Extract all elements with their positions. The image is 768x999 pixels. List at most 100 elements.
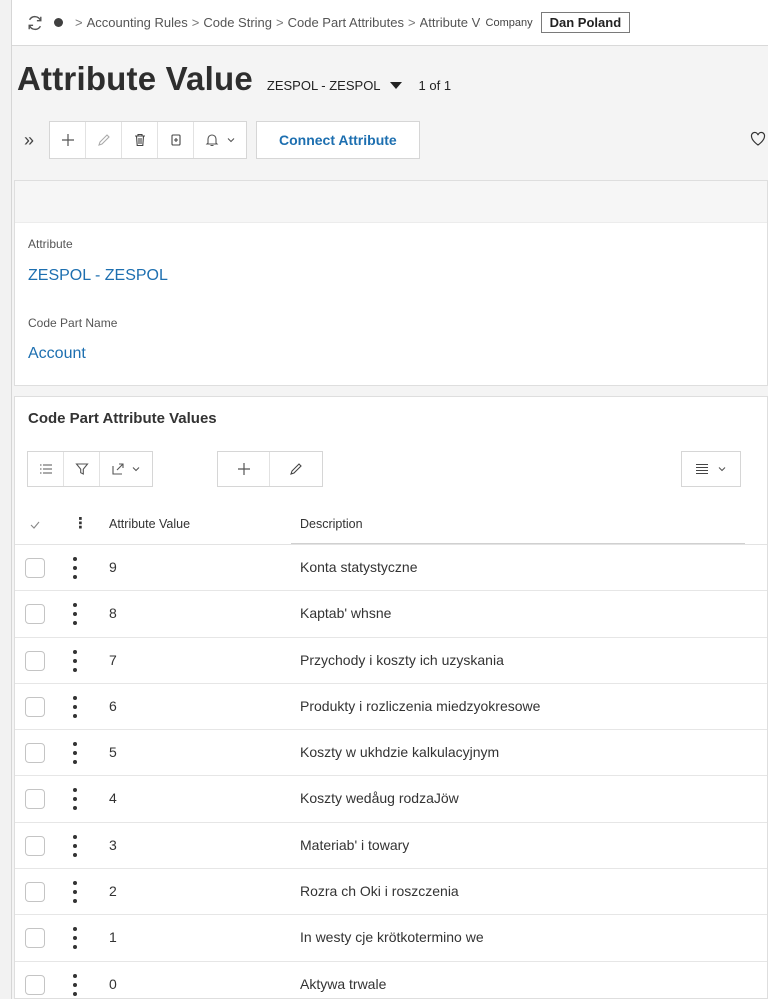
table-row[interactable]: 6 Produkty i rozliczenia miedzyokresowe (15, 684, 767, 731)
company-selector[interactable]: Dan Poland (540, 12, 631, 33)
column-menu-icon[interactable]: ⋮ (73, 514, 88, 532)
column-chooser-button[interactable] (28, 452, 64, 486)
row-menu-icon[interactable] (73, 927, 77, 950)
attribute-value-cell: 6 (109, 697, 117, 714)
attribute-value-cell: 0 (109, 975, 117, 992)
row-menu-icon[interactable] (73, 788, 77, 811)
plus-icon (61, 134, 74, 146)
check-icon[interactable] (30, 521, 40, 529)
table-body: 9 Konta statystyczne 8 Kaptab' whsne 7 Przych… (15, 545, 767, 999)
row-select-checkbox[interactable] (25, 558, 45, 578)
layout-menu-button[interactable] (682, 452, 740, 486)
table-row[interactable]: 9 Konta statystyczne (15, 545, 767, 592)
duplicate-button[interactable] (158, 122, 194, 158)
pencil-icon (290, 463, 302, 475)
row-select-checkbox[interactable] (25, 604, 45, 625)
row-menu-icon[interactable] (73, 557, 77, 579)
bell-icon (205, 134, 219, 147)
column-header-description[interactable]: Description (300, 517, 363, 531)
table-row[interactable]: 5 Koszty w ukhdzie kalkulacyjnym (15, 730, 767, 777)
row-select-checkbox[interactable] (25, 743, 45, 764)
attribute-value-cell: 7 (109, 651, 117, 668)
new-button[interactable] (50, 122, 86, 158)
breadcrumb-item-current: Attribute Value (419, 15, 480, 30)
notification-menu-button[interactable] (194, 122, 246, 158)
attribute-value-cell: 9 (109, 559, 117, 575)
refresh-icon[interactable] (26, 14, 44, 32)
row-select-checkbox[interactable] (25, 974, 45, 995)
connect-attribute-button[interactable]: Connect Attribute (256, 121, 420, 159)
export-menu-button[interactable] (100, 452, 152, 486)
table-row[interactable]: 7 Przychody i koszty ich uzyskania (15, 638, 767, 684)
attribute-value-cell: 1 (109, 929, 117, 946)
row-menu-icon[interactable] (73, 603, 77, 626)
row-menu-icon[interactable] (73, 695, 77, 718)
table-row[interactable]: 1 In westy cje krötkotermino we (15, 915, 767, 962)
record-selector[interactable]: ZESPOL - ZESPOL (267, 78, 402, 93)
filter-button[interactable] (64, 452, 100, 486)
row-menu-icon[interactable] (73, 834, 77, 857)
expand-navigator-icon[interactable]: » (17, 130, 41, 151)
row-select-checkbox[interactable] (25, 928, 45, 949)
pencil-icon (97, 134, 110, 146)
page-title: Attribute Value (17, 60, 253, 97)
code-part-name-link[interactable]: Account (28, 345, 86, 363)
command-toolbar: » Connect Attribute (17, 121, 768, 159)
chevron-down-icon (227, 138, 235, 143)
attribute-details-card: Attribute ZESPOL - ZESPOL Code Part Name… (14, 180, 768, 386)
row-select-checkbox[interactable] (25, 650, 45, 671)
row-select-checkbox[interactable] (25, 882, 45, 903)
attribute-values-list: Code Part Attribute Values ⋮ Attribute V… (14, 396, 768, 999)
description-cell: Przychody i koszty ich uzyskania (300, 651, 504, 668)
attribute-value-cell: 8 (109, 605, 117, 622)
list-edit-group (217, 451, 323, 487)
description-cell: Koszty wedåug rodzaJöw (300, 790, 459, 807)
favorite-heart-icon[interactable] (750, 131, 766, 147)
chevron-right-icon: > (276, 15, 284, 30)
table-row[interactable]: 2 Rozra ch Oki i roszczenia (15, 869, 767, 916)
table-row[interactable]: 0 Aktywa trwale (15, 962, 767, 999)
edit-row-button[interactable] (270, 452, 322, 486)
row-menu-icon[interactable] (73, 973, 77, 996)
align-justify-icon (696, 463, 708, 475)
page-header: Attribute Value ZESPOL - ZESPOL 1 of 1 (17, 60, 451, 98)
breadcrumb-item[interactable]: Code Part Attributes (288, 15, 404, 30)
table-row[interactable]: 3 Materiab' i towary (15, 823, 767, 870)
attribute-value-link[interactable]: ZESPOL - ZESPOL (28, 267, 168, 285)
attribute-label: Attribute (28, 237, 73, 251)
row-select-checkbox[interactable] (25, 835, 45, 856)
chevron-right-icon: > (75, 15, 83, 30)
table-row[interactable]: 4 Koszty wedåug rodzaJöw (15, 776, 767, 823)
new-row-button[interactable] (218, 452, 270, 486)
row-select-checkbox[interactable] (25, 789, 45, 810)
status-dot-icon (54, 18, 63, 27)
row-menu-icon[interactable] (73, 881, 77, 904)
row-menu-icon[interactable] (73, 649, 77, 672)
chevron-right-icon: > (407, 15, 416, 30)
record-selector-label: ZESPOL - ZESPOL (266, 78, 381, 93)
description-cell: Koszty w ukhdzie kalkulacyjnym (300, 744, 500, 761)
breadcrumb-item[interactable]: Accounting Rules (87, 15, 188, 30)
trash-icon (134, 133, 145, 147)
list-icon (39, 464, 52, 474)
breadcrumb-item[interactable]: Code String (203, 15, 272, 30)
column-header-attribute-value[interactable]: Attribute Value (109, 517, 190, 531)
row-select-checkbox[interactable] (25, 696, 45, 717)
code-part-name-label: Code Part Name (28, 316, 118, 330)
duplicate-icon (170, 134, 181, 146)
filter-icon (74, 463, 89, 475)
edit-button[interactable] (86, 122, 122, 158)
attribute-value-cell: 5 (109, 744, 117, 761)
card-header-strip (15, 181, 767, 223)
description-cell: In westy cje krötkotermino we (300, 929, 484, 946)
export-icon (112, 463, 124, 475)
record-paging: 1 of 1 (418, 78, 452, 93)
table-row[interactable]: 8 Kaptab' whsne (15, 591, 767, 638)
chevron-down-icon (718, 467, 726, 472)
delete-button[interactable] (122, 122, 158, 158)
row-menu-icon[interactable] (73, 742, 77, 765)
list-title: Code Part Attribute Values (28, 410, 217, 427)
chevron-down-icon (132, 467, 140, 472)
breadcrumb-bar: > Accounting Rules > Code String > Code … (12, 0, 768, 46)
table-header: ⋮ Attribute Value Description (15, 505, 767, 545)
